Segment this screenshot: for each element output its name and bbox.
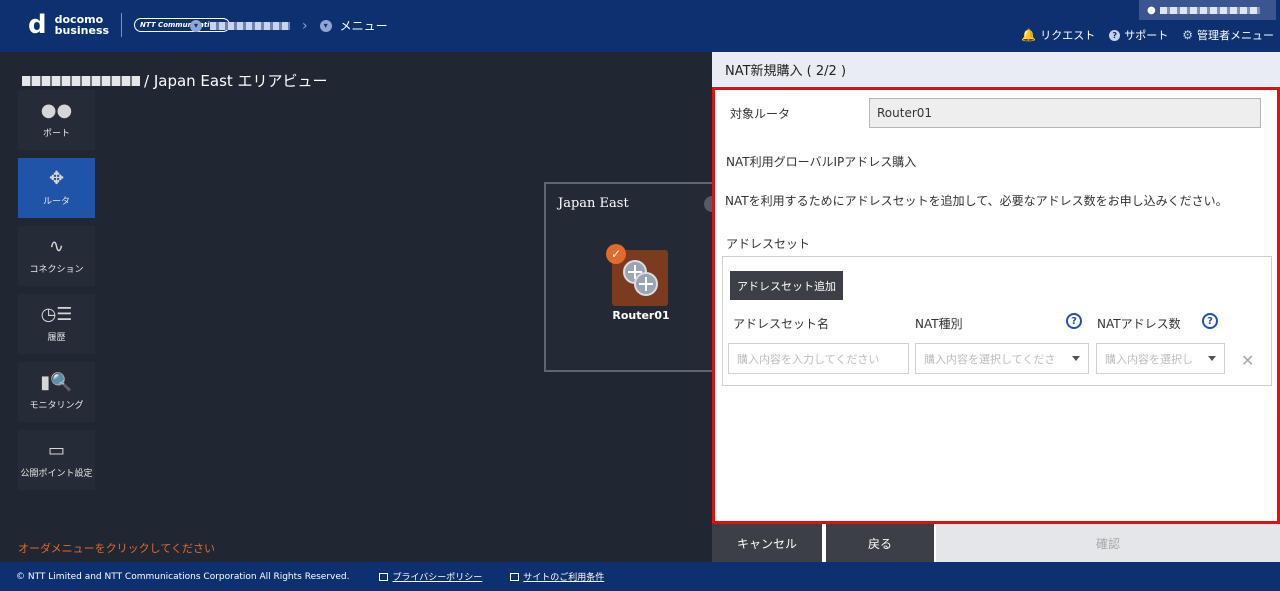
top-nav: 🔔 リクエスト ? サポート ⚙ 管理者メニュー <box>1021 27 1274 43</box>
address-set-label: アドレスセット <box>726 237 811 251</box>
bell-icon: 🔔 <box>1021 28 1037 42</box>
external-link-icon <box>379 572 389 581</box>
panel-actions: キャンセル 戻る 確認 <box>712 524 1280 562</box>
dropdown-arrow-icon <box>1208 356 1216 361</box>
history-icon: ◷☰ <box>40 303 73 325</box>
sidemenu-item-port[interactable]: ●● ポート <box>18 90 95 150</box>
port-icon: ●● <box>40 99 73 121</box>
router-icon <box>623 260 658 296</box>
column-nat-type: NAT種別 <box>915 317 963 331</box>
menu-dropdown[interactable]: メニュー <box>340 17 388 34</box>
request-link[interactable]: 🔔 リクエスト <box>1021 27 1095 43</box>
privacy-policy-link[interactable]: プライバシーポリシー <box>379 570 482 583</box>
address-set-box: アドレスセット追加 アドレスセット名 NAT種別 ? NATアドレス数 ? 購入… <box>722 256 1272 386</box>
target-router-field: Router01 <box>869 98 1261 128</box>
area-view: / Japan East エリアビュー ●● ポート ✥ ルータ ∿ コネクショ… <box>0 52 724 562</box>
page-title: / Japan East エリアビュー <box>22 70 328 91</box>
cancel-button[interactable]: キャンセル <box>712 524 822 562</box>
nat-purchase-panel: NAT新規購入 ( 2/2 ) 対象ルータ Router01 NAT利用グローバ… <box>712 52 1280 562</box>
sidemenu-item-connection[interactable]: ∿ コネクション <box>18 226 95 286</box>
logo-divider <box>121 13 123 37</box>
panel-title: NAT新規購入 ( 2/2 ) <box>712 52 1280 86</box>
router-label: Router01 <box>612 309 670 322</box>
terms-link[interactable]: サイトのご利用条件 <box>510 570 604 583</box>
confirm-button[interactable]: 確認 <box>936 524 1280 562</box>
target-router-label: 対象ルータ <box>730 107 791 121</box>
monitoring-icon: ▮🔍 <box>40 371 73 393</box>
admin-menu-link[interactable]: ⚙ 管理者メニュー <box>1182 27 1274 43</box>
user-account-button[interactable]: ● <box>1139 0 1276 20</box>
support-link[interactable]: ? サポート <box>1109 27 1168 43</box>
sidemenu-item-monitoring[interactable]: ▮🔍 モニタリング <box>18 362 95 422</box>
chevron-down-icon[interactable]: ▾ <box>319 19 332 32</box>
column-address-set-name: アドレスセット名 <box>733 317 830 331</box>
nat-type-help-icon[interactable]: ? <box>1066 313 1082 329</box>
nat-count-select[interactable]: 購入内容を選択し <box>1096 343 1225 374</box>
sidemenu-item-router[interactable]: ✥ ルータ <box>18 158 95 218</box>
copyright-text: © NTT Limited and NTT Communications Cor… <box>16 571 350 582</box>
region-title: Japan East <box>558 196 629 211</box>
section-title: NAT利用グローバルIPアドレス購入 <box>726 155 917 169</box>
tenant-name <box>22 75 140 86</box>
tenant-selector[interactable] <box>210 21 290 30</box>
connection-icon: ∿ <box>48 235 65 257</box>
order-message: オーダメニューをクリックしてください <box>18 542 216 555</box>
check-icon: ✓ <box>606 244 626 264</box>
column-nat-address-count: NATアドレス数 <box>1097 317 1181 331</box>
address-set-name-input[interactable]: 購入内容を入力してください <box>728 343 909 374</box>
chevron-down-icon[interactable]: ▾ <box>190 19 202 32</box>
description-text: NATを利用するためにアドレスセットを追加して、必要なアドレス数をお申し込みくだ… <box>725 194 1228 208</box>
user-name <box>1159 6 1260 14</box>
nat-type-select[interactable]: 購入内容を選択してくださ <box>915 343 1089 374</box>
top-header: d docomo business NTT Communications ▾ ›… <box>0 0 1280 52</box>
region-box: Japan East ✓ Router01 <box>544 182 724 372</box>
question-icon: ? <box>1109 29 1121 41</box>
add-address-set-button[interactable]: アドレスセット追加 <box>730 271 843 300</box>
gear-icon: ⚙ <box>1182 28 1193 42</box>
order-sidemenu: ●● ポート ✥ ルータ ∿ コネクション ◷☰ 履歴 ▮🔍 モニタリング ▭ … <box>18 90 95 498</box>
back-button[interactable]: 戻る <box>826 524 934 562</box>
sidemenu-item-public-point[interactable]: ▭ 公開ポイント設定 <box>18 430 95 490</box>
logo-d-mark: d <box>28 10 47 40</box>
sidemenu-item-history[interactable]: ◷☰ 履歴 <box>18 294 95 354</box>
chevron-right-icon: › <box>302 17 308 34</box>
breadcrumb: ▾ › ▾ メニュー <box>190 17 388 34</box>
external-link-icon <box>510 572 520 581</box>
nat-count-help-icon[interactable]: ? <box>1202 313 1218 329</box>
user-icon: ● <box>1147 4 1156 16</box>
page-footer: © NTT Limited and NTT Communications Cor… <box>0 562 1280 591</box>
highlighted-form-area: 対象ルータ Router01 NAT利用グローバルIPアドレス購入 NATを利用… <box>712 87 1280 524</box>
logo-sub-text: business <box>54 24 110 37</box>
public-point-icon: ▭ <box>47 439 65 461</box>
dropdown-arrow-icon <box>1072 356 1080 361</box>
close-icon[interactable]: ✕ <box>1241 351 1254 370</box>
router-icon: ✥ <box>48 167 65 189</box>
